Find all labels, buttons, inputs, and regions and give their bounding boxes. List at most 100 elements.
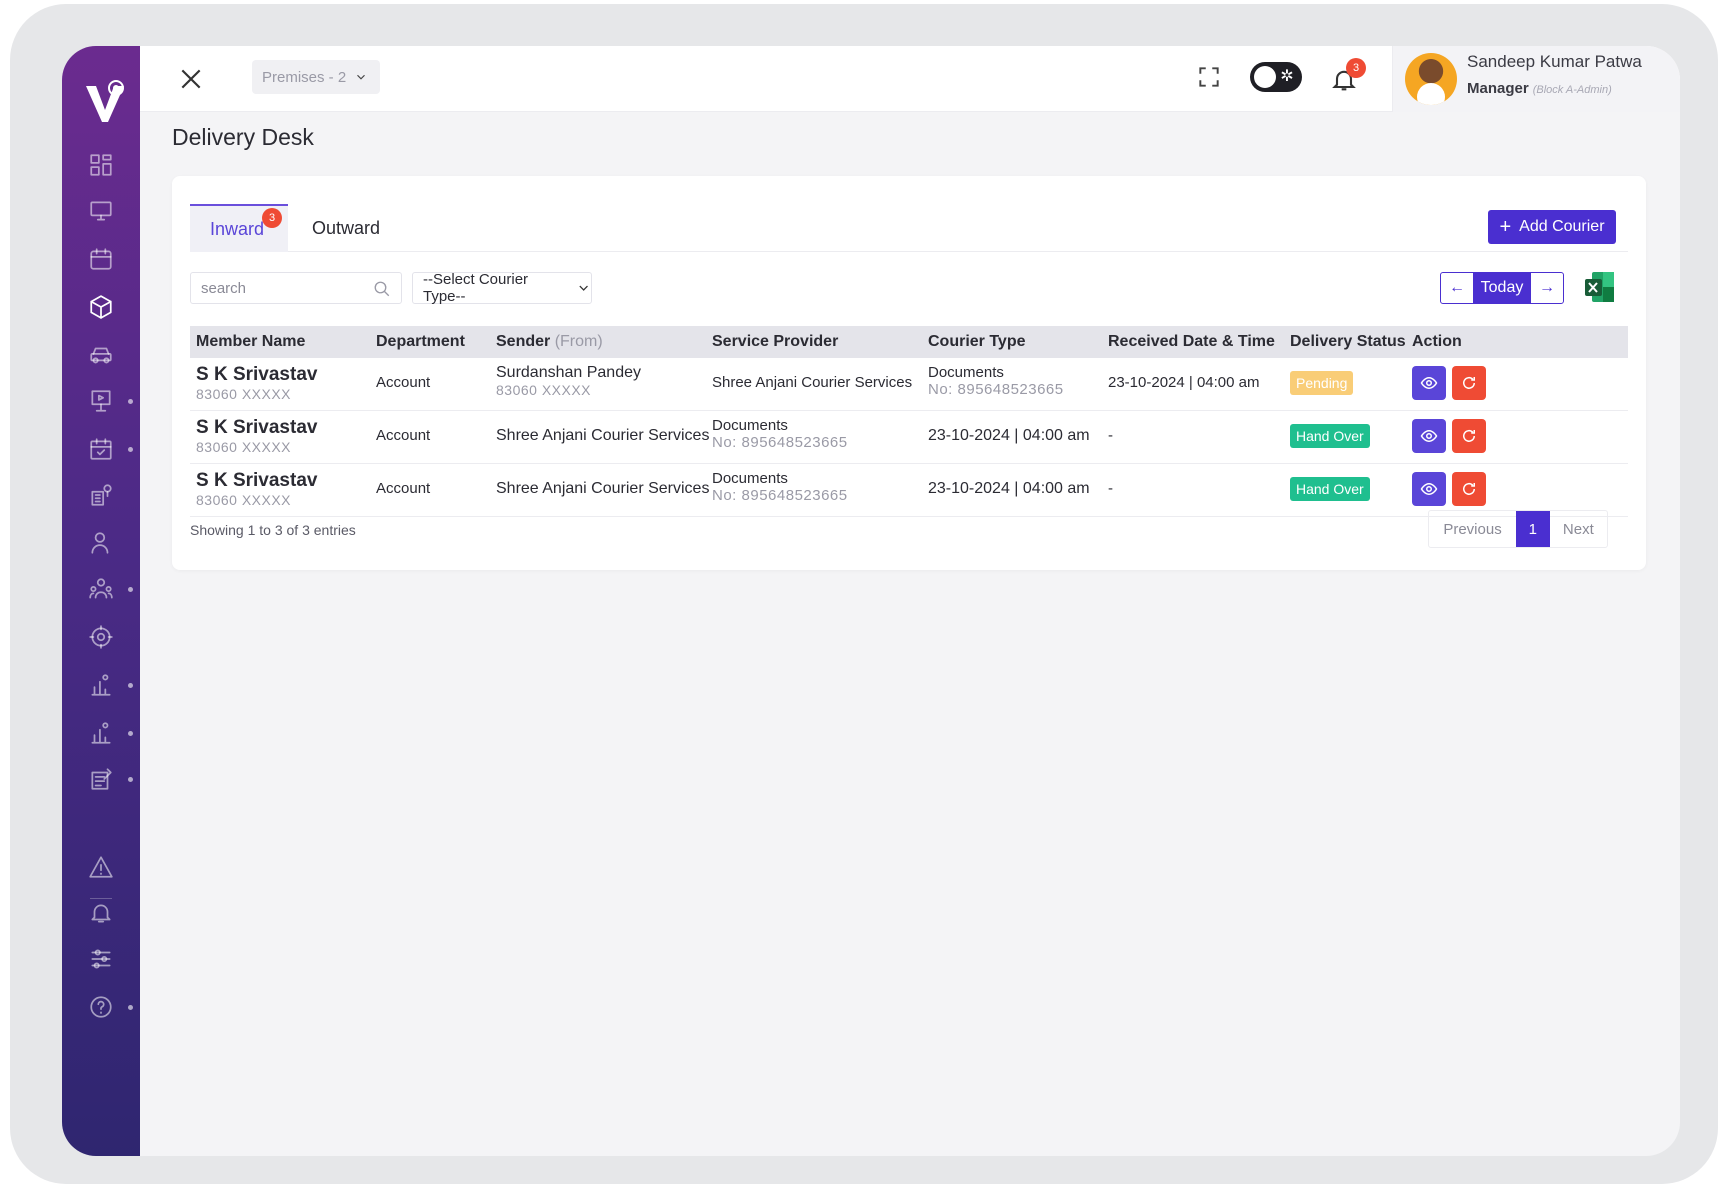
sidebar-item-reports[interactable] (86, 718, 116, 748)
tab-inward-badge: 3 (262, 208, 282, 228)
date-navigator: ← Today → (1440, 272, 1564, 304)
table-row: S K Srivastav 83060 XXXXX Account Shree … (190, 464, 1628, 517)
member-name: S K Srivastav (196, 417, 318, 438)
page-title: Delivery Desk (172, 124, 314, 150)
sidebar-item-preferences[interactable] (86, 944, 116, 974)
users-icon (91, 532, 109, 554)
header-service-provider[interactable]: Service Provider (712, 326, 838, 358)
sidebar-item-vehicle[interactable] (86, 340, 116, 370)
view-button[interactable] (1412, 419, 1446, 453)
premises-select[interactable]: Premises - 2 (252, 60, 380, 94)
excel-export-button[interactable] (1584, 270, 1616, 304)
sidebar-item-alerts[interactable] (86, 852, 116, 882)
user-menu[interactable]: Sandeep Kumar Patwa Manager (Block A-Admi… (1392, 46, 1680, 112)
provider-cell: Documents No: 895648523665 (712, 470, 848, 504)
fullscreen-button[interactable] (1196, 64, 1222, 90)
sidebar-item-delivery[interactable] (86, 292, 116, 322)
header-delivery-status[interactable]: Delivery Status (1290, 326, 1406, 358)
courier-type-select[interactable]: --Select Courier Type-- (412, 271, 592, 305)
courier-type-cell: 23-10-2024 | 04:00 am (928, 480, 1090, 497)
search-placeholder: search (201, 279, 247, 297)
header-sender[interactable]: Sender (From) (496, 326, 603, 358)
tab-outward[interactable]: Outward (292, 204, 400, 252)
settings-gear-icon (89, 625, 113, 649)
header-sender-muted: (From) (554, 333, 603, 350)
next-date-button[interactable]: → (1531, 273, 1563, 303)
notification-button[interactable]: 3 (1328, 58, 1366, 94)
entries-info: Showing 1 to 3 of 3 entries (190, 522, 356, 538)
sidebar-item-members[interactable] (86, 528, 116, 558)
sun-icon: ✲ (1280, 68, 1294, 85)
excel-icon (1585, 272, 1614, 302)
refresh-button[interactable] (1452, 472, 1486, 506)
provider-cell: Documents No: 895648523665 (712, 417, 848, 451)
submenu-dot (128, 399, 133, 404)
refresh-button[interactable] (1452, 419, 1486, 453)
header-received[interactable]: Received Date & Time (1108, 326, 1275, 358)
refresh-button[interactable] (1452, 366, 1486, 400)
sidebar-item-billing[interactable] (86, 764, 116, 794)
submenu-dot (128, 777, 133, 782)
premises-label: Premises - 2 (262, 68, 347, 86)
sliders-icon (91, 949, 111, 969)
calendar-event-icon (90, 438, 112, 460)
sender-cell: Surdanshan Pandey 83060 XXXXX (496, 364, 641, 398)
bell-icon (91, 904, 111, 923)
member-phone: 83060 XXXXX (196, 492, 292, 508)
add-courier-button[interactable]: + Add Courier (1488, 210, 1616, 244)
chart-alt-icon (91, 722, 111, 744)
view-button[interactable] (1412, 366, 1446, 400)
sidebar-item-presentation[interactable] (86, 386, 116, 416)
chevron-down-icon (579, 285, 588, 291)
avatar (1405, 53, 1457, 105)
sidebar-item-buildings[interactable] (86, 480, 116, 510)
user-role: Manager (Block A-Admin) (1467, 80, 1612, 97)
search-input[interactable]: search (190, 272, 402, 304)
previous-page-button[interactable]: Previous (1429, 511, 1516, 547)
provider-no: No: 895648523665 (712, 434, 848, 451)
member-phone: 83060 XXXXX (196, 439, 292, 455)
header-sender-label: Sender (496, 333, 551, 350)
help-icon (90, 996, 112, 1018)
tab-outward-label: Outward (312, 217, 381, 238)
close-button[interactable] (178, 66, 204, 92)
sidebar-item-monitor[interactable] (86, 196, 116, 226)
member-cell: S K Srivastav 83060 XXXXX (196, 364, 317, 402)
sender-cell: Shree Anjani Courier Services (496, 427, 710, 444)
header-department[interactable]: Department (376, 326, 465, 358)
header-member-name[interactable]: Member Name (196, 326, 305, 358)
app-window: Premises - 2 ✲ 3 Sandeep Kumar Patwa Man… (62, 46, 1680, 1156)
notification-badge: 3 (1346, 58, 1366, 78)
sidebar-item-help[interactable] (86, 992, 116, 1022)
tab-inward[interactable]: Inward 3 (190, 204, 288, 252)
submenu-dot (128, 1005, 133, 1010)
today-button[interactable]: Today (1473, 273, 1531, 303)
pagination: Previous 1 Next (1428, 510, 1608, 548)
next-page-button[interactable]: Next (1550, 511, 1607, 547)
prev-date-button[interactable]: ← (1441, 273, 1473, 303)
sidebar-item-dashboard[interactable] (86, 150, 116, 180)
app-logo[interactable] (82, 76, 128, 126)
sidebar-item-team[interactable] (86, 574, 116, 604)
sidebar-item-calendar[interactable] (86, 244, 116, 274)
header-action: Action (1412, 333, 1462, 350)
sidebar-item-settings[interactable] (86, 622, 116, 652)
department-cell: Account (376, 480, 431, 497)
theme-toggle[interactable]: ✲ (1250, 62, 1302, 92)
department-cell: Account (376, 374, 431, 391)
header-courier-type[interactable]: Courier Type (928, 326, 1026, 358)
sender-phone: 83060 XXXXX (496, 382, 592, 398)
tab-bar: Inward 3 Outward (190, 204, 1628, 252)
department-cell: Account (376, 427, 431, 444)
close-icon (181, 69, 201, 89)
view-button[interactable] (1412, 472, 1446, 506)
presentation-icon (91, 390, 111, 412)
refresh-icon (1463, 376, 1475, 389)
sidebar-item-events[interactable] (86, 434, 116, 464)
sidebar-item-notifications[interactable] (86, 898, 116, 928)
refresh-icon (1463, 429, 1475, 442)
member-cell: S K Srivastav 83060 XXXXX (196, 470, 317, 508)
page-1-button[interactable]: 1 (1516, 511, 1550, 547)
sender-name: Surdanshan Pandey (496, 364, 641, 381)
sidebar-item-analytics[interactable] (86, 670, 116, 700)
